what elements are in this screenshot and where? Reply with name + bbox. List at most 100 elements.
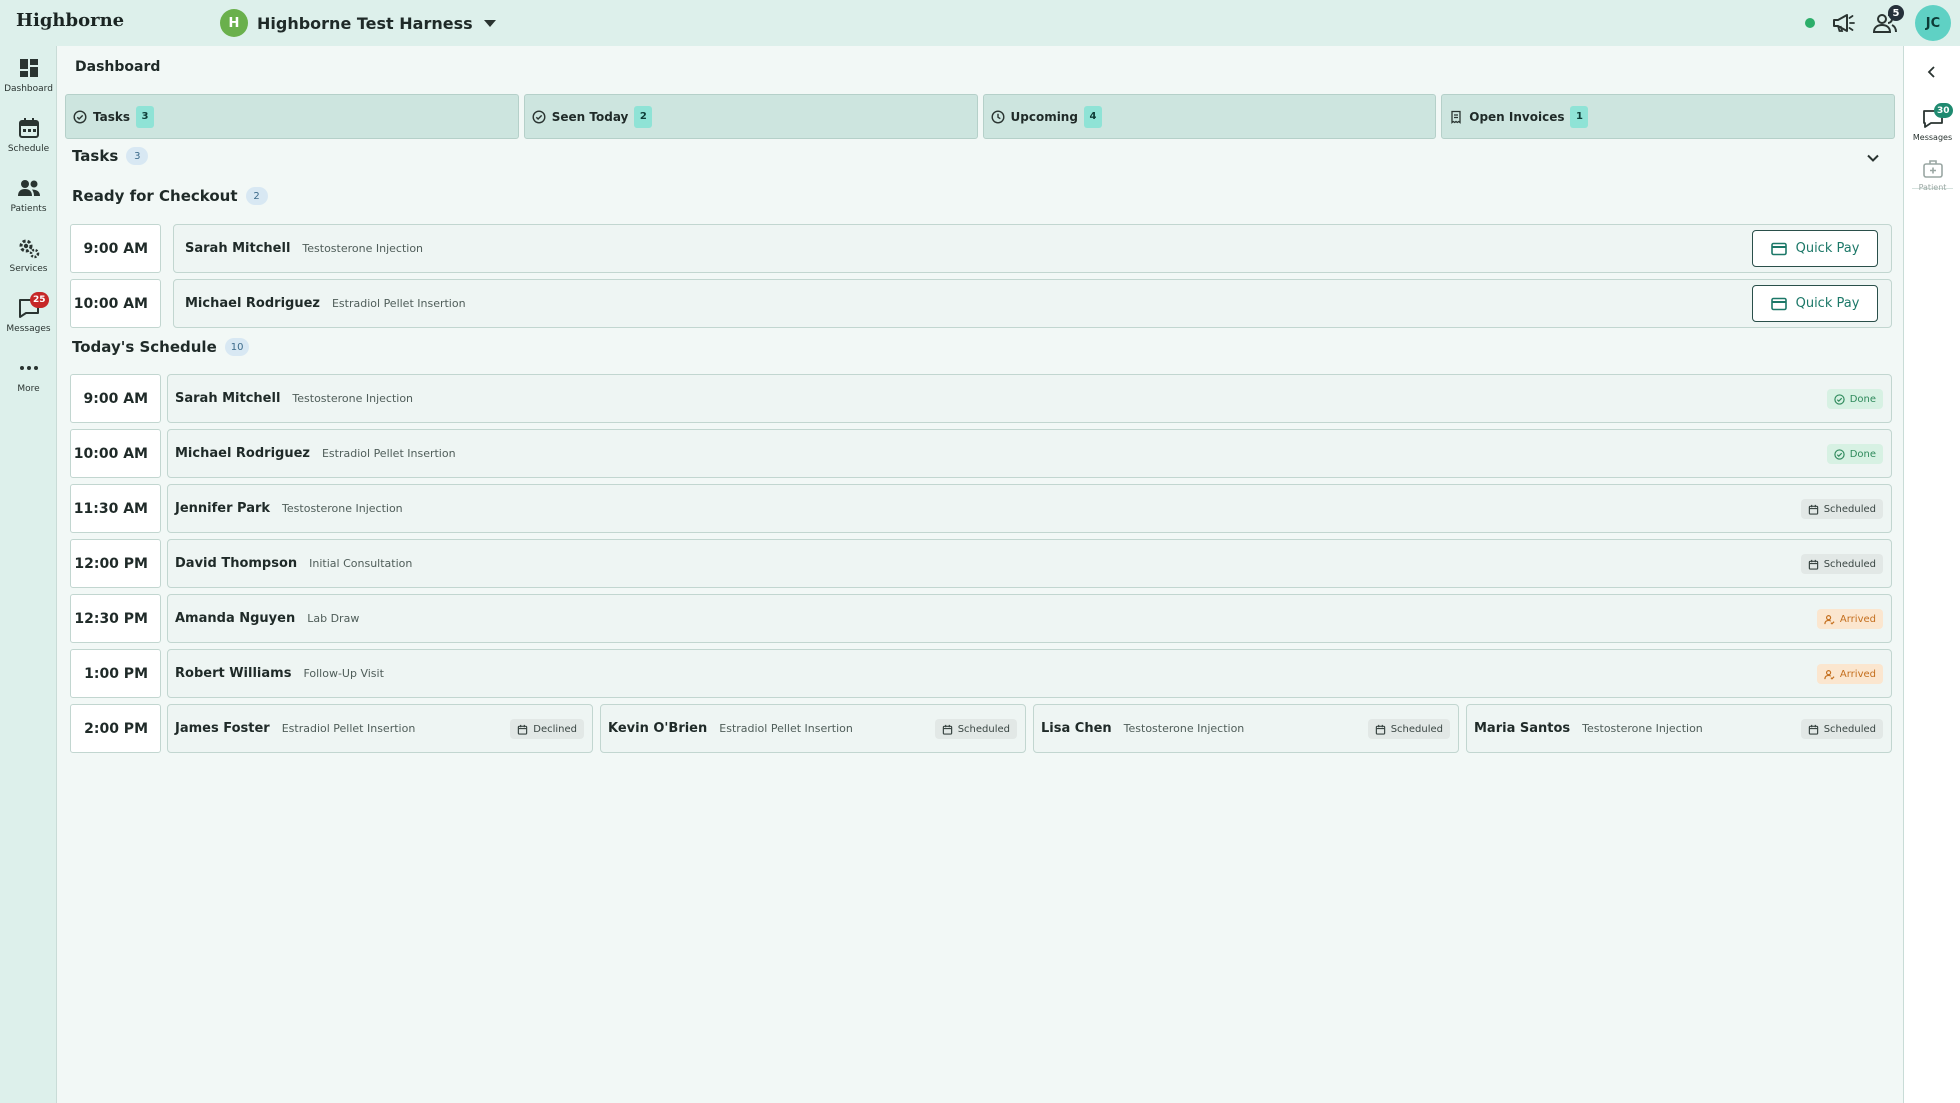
schedule-row: 11:30 AM Jennifer Park Testosterone Inject… (70, 484, 1892, 533)
messages-count-badge: 25 (30, 292, 49, 308)
credit-card-icon (1770, 297, 1787, 310)
online-status-indicator (1805, 18, 1815, 28)
schedule-header: Today's Schedule 10 (72, 338, 250, 356)
status-label: Arrived (1839, 668, 1876, 680)
status-label: Declined (533, 723, 577, 735)
schedule-row: 12:00 PM David Thompson Initial Consultati… (70, 539, 1892, 588)
appointment-card[interactable]: Sarah Mitchell Testosterone Injection Done (167, 374, 1892, 423)
announcements-button[interactable] (1831, 11, 1857, 35)
count-pill: 3 (126, 147, 149, 165)
rail-label: Patient (1918, 183, 1947, 192)
appointment-card[interactable]: James Foster Estradiol Pellet Insertion De… (167, 704, 593, 753)
tasks-header: Tasks 3 (72, 147, 149, 165)
service-name: Testosterone Injection (292, 392, 414, 405)
status-badge: Declined (510, 719, 584, 739)
appointment-time: 1:00 PM (70, 649, 161, 698)
rail-label: Messages (1912, 133, 1953, 142)
quick-pay-button[interactable]: Quick Pay (1752, 230, 1878, 267)
staff-count-badge: 5 (1888, 5, 1904, 21)
brand-logo[interactable]: Highborne (16, 10, 124, 31)
more-icon (19, 366, 38, 370)
person-check-icon (1824, 669, 1835, 680)
chevron-down-icon (483, 19, 496, 27)
tab-seen-today[interactable]: Seen Today 2 (523, 94, 978, 139)
patient-name: Sarah Mitchell (185, 241, 291, 256)
schedule-row: 2:00 PM James Foster Estradiol Pellet Inse… (70, 704, 1892, 753)
tab-label: Tasks (93, 109, 131, 124)
tab-label: Seen Today (551, 109, 629, 124)
calendar-icon (18, 118, 39, 138)
status-label: Scheduled (1823, 723, 1876, 735)
patient-name: Lisa Chen (1041, 721, 1112, 736)
service-name: Estradiol Pellet Insertion (281, 722, 416, 735)
appointment-time: 10:00 AM (70, 429, 161, 478)
quick-pay-label: Quick Pay (1795, 241, 1860, 256)
appointment-card[interactable]: Lisa Chen Testosterone Injection Scheduled (1033, 704, 1459, 753)
tab-upcoming[interactable]: Upcoming 4 (982, 94, 1437, 139)
status-label: Scheduled (957, 723, 1010, 735)
appointment-card[interactable]: Maria Santos Testosterone Injection Schedu… (1466, 704, 1892, 753)
tab-count: 1 (1570, 105, 1589, 128)
checkout-appointment[interactable]: Sarah Mitchell Testosterone Injection Qu… (173, 224, 1892, 273)
nav-label: More (17, 384, 40, 394)
patient-name: Michael Rodriguez (185, 296, 320, 311)
nav-item-patients[interactable]: Patients (0, 176, 57, 232)
calendar-icon (1808, 724, 1818, 735)
appointment-card[interactable]: Kevin O'Brien Estradiol Pellet Insertion S… (600, 704, 1026, 753)
status-badge: Scheduled (934, 719, 1017, 739)
rail-item-messages[interactable]: 30 Messages (1904, 103, 1960, 142)
tab-open-invoices[interactable]: Open Invoices 1 (1441, 94, 1895, 139)
service-name: Testosterone Injection (1123, 722, 1245, 735)
check-circle-icon (532, 109, 546, 124)
gears-icon (19, 239, 39, 259)
status-badge: Done (1826, 389, 1883, 409)
service-name: Follow-Up Visit (303, 667, 384, 680)
status-label: Scheduled (1823, 503, 1876, 515)
nav-item-dashboard[interactable]: Dashboard (0, 56, 57, 112)
count-pill: 2 (245, 187, 268, 205)
tab-tasks[interactable]: Tasks 3 (65, 94, 519, 139)
person-check-icon (1824, 614, 1835, 625)
appointment-card[interactable]: Jennifer Park Testosterone Injection Sched… (167, 484, 1892, 533)
status-badge: Scheduled (1800, 554, 1883, 574)
checkout-row: 10:00 AM Michael Rodriguez Estradiol Pel… (70, 279, 1892, 328)
calendar-icon (1808, 504, 1818, 515)
tab-count: 2 (634, 105, 653, 128)
section-title: Tasks (72, 147, 119, 165)
quick-pay-button[interactable]: Quick Pay (1752, 285, 1878, 322)
chevron-down-icon[interactable] (1865, 150, 1881, 166)
service-name: Estradiol Pellet Insertion (321, 447, 456, 460)
chevron-left-icon[interactable] (1924, 64, 1940, 80)
appointment-card[interactable]: Michael Rodriguez Estradiol Pellet Insert… (167, 429, 1892, 478)
schedule-row: 10:00 AM Michael Rodriguez Estradiol Pelle… (70, 429, 1892, 478)
nav-item-schedule[interactable]: Schedule (0, 116, 57, 172)
megaphone-icon (1833, 14, 1855, 32)
appointment-time: 11:30 AM (70, 484, 161, 533)
user-avatar[interactable]: JC (1915, 5, 1951, 41)
nav-item-more[interactable]: More (0, 356, 57, 412)
nav-label: Dashboard (4, 84, 53, 94)
appointment-time: 10:00 AM (70, 279, 161, 328)
org-switcher[interactable]: H Highborne Test Harness (220, 9, 496, 37)
checkout-appointment[interactable]: Michael Rodriguez Estradiol Pellet Inser… (173, 279, 1892, 328)
patient-name: Sarah Mitchell (175, 391, 281, 406)
status-badge: Done (1826, 444, 1883, 464)
appointment-card[interactable]: David Thompson Initial Consultation Schedu… (167, 539, 1892, 588)
nav-item-messages[interactable]: 25 Messages (0, 292, 57, 352)
nav-item-services[interactable]: Services (0, 236, 57, 292)
appointment-card[interactable]: Robert Williams Follow-Up Visit Arrived (167, 649, 1892, 698)
appointment-card[interactable]: Amanda Nguyen Lab Draw Arrived (167, 594, 1892, 643)
tab-label: Upcoming (1010, 109, 1078, 124)
staff-presence-button[interactable]: 5 (1872, 5, 1904, 35)
section-title: Ready for Checkout (72, 187, 238, 205)
status-label: Scheduled (1823, 558, 1876, 570)
rail-item-patient[interactable]: Patient (1904, 158, 1960, 192)
appointment-time: 2:00 PM (70, 704, 161, 753)
left-nav: Dashboard Schedule Patients Services 25 (0, 46, 57, 1103)
patient-name: Maria Santos (1474, 721, 1571, 736)
org-name: Highborne Test Harness (257, 13, 473, 33)
status-badge: Scheduled (1800, 499, 1883, 519)
page-title: Dashboard (75, 59, 161, 75)
calendar-icon (942, 724, 952, 735)
clock-icon (990, 109, 1005, 124)
